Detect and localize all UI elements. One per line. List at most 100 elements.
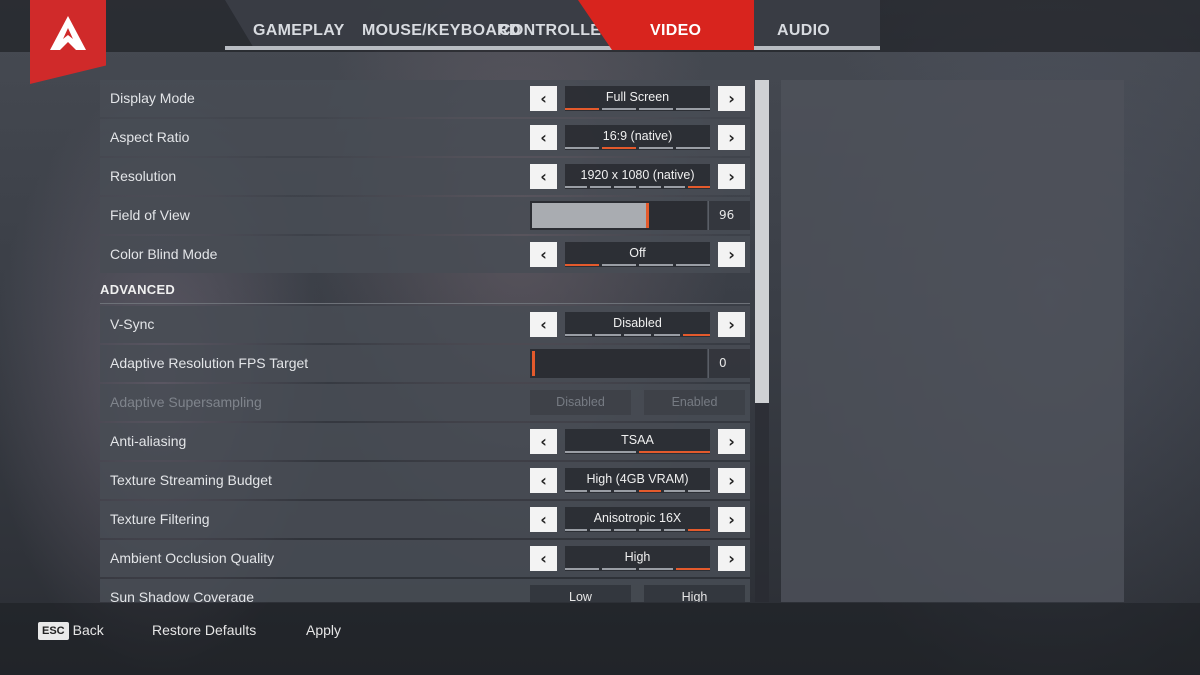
prev-option-button[interactable]: ‹: [530, 86, 557, 111]
option-selector: Disabled: [565, 312, 710, 337]
chevron-right-icon: ›: [728, 315, 735, 334]
option-selector: 16:9 (native): [565, 125, 710, 150]
setting-color-blind-mode: Color Blind Mode ‹ Off ›: [100, 236, 750, 273]
setting-field-of-view: Field of View 96: [100, 197, 750, 234]
option-segments: [565, 529, 711, 531]
option-segment: [683, 334, 710, 336]
next-option-button[interactable]: ›: [718, 86, 745, 111]
option-segment: [639, 490, 661, 492]
option-segment: [602, 264, 636, 266]
slider-handle[interactable]: [532, 351, 535, 376]
prev-option-button[interactable]: ‹: [530, 164, 557, 189]
setting-adaptive-supersampling: Adaptive Supersampling Disabled Enabled: [100, 384, 750, 421]
option-segment: [602, 108, 636, 110]
setting-label: Adaptive Supersampling: [110, 394, 262, 410]
adaptive-fps-slider[interactable]: [530, 349, 707, 378]
option-low-button[interactable]: Low: [530, 585, 631, 602]
setting-aspect-ratio: Aspect Ratio ‹ 16:9 (native) ›: [100, 119, 750, 156]
prev-option-button[interactable]: ‹: [530, 312, 557, 337]
next-option-button[interactable]: ›: [718, 507, 745, 532]
chevron-right-icon: ›: [728, 245, 735, 264]
back-button[interactable]: ESC Back: [38, 619, 104, 641]
next-option-button[interactable]: ›: [718, 242, 745, 267]
setting-display-mode: Display Mode ‹ Full Screen ›: [100, 80, 750, 117]
setting-label: Texture Streaming Budget: [110, 472, 272, 488]
chevron-left-icon: ‹: [540, 89, 547, 108]
prev-option-button[interactable]: ‹: [530, 507, 557, 532]
next-option-button[interactable]: ›: [718, 164, 745, 189]
tab-gameplay[interactable]: GAMEPLAY: [253, 0, 345, 50]
option-selector: Off: [565, 242, 710, 267]
chevron-right-icon: ›: [728, 510, 735, 529]
option-segment: [614, 529, 637, 531]
fov-slider[interactable]: [530, 201, 707, 230]
setting-sun-shadow-coverage: Sun Shadow Coverage Low High: [100, 579, 750, 602]
option-value: High: [624, 550, 651, 564]
option-segment: [663, 186, 686, 188]
prev-option-button[interactable]: ‹: [530, 125, 557, 150]
setting-anti-aliasing: Anti-aliasing ‹ TSAA ›: [100, 423, 750, 460]
next-option-button[interactable]: ›: [718, 468, 745, 493]
setting-texture-filtering: Texture Filtering ‹ Anisotropic 16X ›: [100, 501, 750, 538]
option-segment: [639, 451, 710, 453]
option-selector: TSAA: [565, 429, 710, 454]
setting-label: Ambient Occlusion Quality: [110, 550, 275, 566]
option-segment: [594, 334, 622, 336]
option-segment: [676, 108, 710, 110]
setting-vsync: V-Sync ‹ Disabled ›: [100, 306, 750, 343]
next-option-button[interactable]: ›: [718, 312, 745, 337]
option-segment: [688, 490, 711, 492]
option-segment: [602, 147, 636, 149]
chevron-left-icon: ‹: [540, 549, 547, 568]
section-heading-advanced: ADVANCED: [100, 276, 750, 304]
option-disabled-button: Disabled: [530, 390, 631, 415]
prev-option-button[interactable]: ‹: [530, 242, 557, 267]
setting-resolution: Resolution ‹ 1920 x 1080 (native) ›: [100, 158, 750, 195]
setting-label: Display Mode: [110, 90, 195, 106]
slider-handle[interactable]: [646, 203, 649, 228]
option-enabled-button: Enabled: [644, 390, 745, 415]
option-value: Disabled: [613, 316, 662, 330]
next-option-button[interactable]: ›: [718, 546, 745, 571]
tab-mouse-keyboard[interactable]: MOUSE/KEYBOARD: [362, 0, 521, 50]
option-segment: [639, 108, 673, 110]
prev-option-button[interactable]: ‹: [530, 429, 557, 454]
setting-label: Field of View: [110, 207, 190, 223]
option-selector: High (4GB VRAM): [565, 468, 711, 493]
apply-button[interactable]: Apply: [306, 619, 341, 641]
option-segment: [653, 334, 681, 336]
prev-option-button[interactable]: ‹: [530, 546, 557, 571]
setting-adaptive-fps-target: Adaptive Resolution FPS Target 0: [100, 345, 750, 382]
option-segments: [565, 264, 710, 266]
option-segment: [565, 147, 599, 149]
settings-tabs: GAMEPLAY MOUSE/KEYBOARD CONTROLLER VIDEO…: [225, 0, 885, 52]
chevron-right-icon: ›: [728, 471, 735, 490]
chevron-right-icon: ›: [728, 128, 735, 147]
next-option-button[interactable]: ›: [718, 429, 745, 454]
restore-defaults-button[interactable]: Restore Defaults: [152, 619, 256, 641]
option-high-button[interactable]: High: [644, 585, 745, 602]
option-segment: [676, 147, 710, 149]
chevron-left-icon: ‹: [540, 315, 547, 334]
option-selector: 1920 x 1080 (native): [565, 164, 711, 189]
setting-label: Adaptive Resolution FPS Target: [110, 355, 309, 371]
prev-option-button[interactable]: ‹: [530, 468, 557, 493]
chevron-right-icon: ›: [728, 89, 735, 108]
option-segment: [614, 186, 637, 188]
option-segment: [676, 264, 710, 266]
option-segment: [639, 264, 673, 266]
option-segments: [565, 186, 711, 188]
option-segment: [688, 529, 711, 531]
slider-value: 96: [708, 201, 750, 230]
next-option-button[interactable]: ›: [718, 125, 745, 150]
esc-key-icon: ESC: [38, 622, 69, 641]
option-value: Anisotropic 16X: [593, 511, 682, 525]
option-selector: Anisotropic 16X: [565, 507, 711, 532]
setting-label: Color Blind Mode: [110, 246, 218, 262]
video-settings-list: Display Mode ‹ Full Screen › Aspect Rati…: [100, 80, 750, 602]
scrollbar-thumb[interactable]: [755, 80, 769, 403]
setting-label: Texture Filtering: [110, 511, 210, 527]
chevron-right-icon: ›: [728, 432, 735, 451]
tab-audio[interactable]: AUDIO: [777, 0, 830, 50]
option-value: TSAA: [621, 433, 654, 447]
